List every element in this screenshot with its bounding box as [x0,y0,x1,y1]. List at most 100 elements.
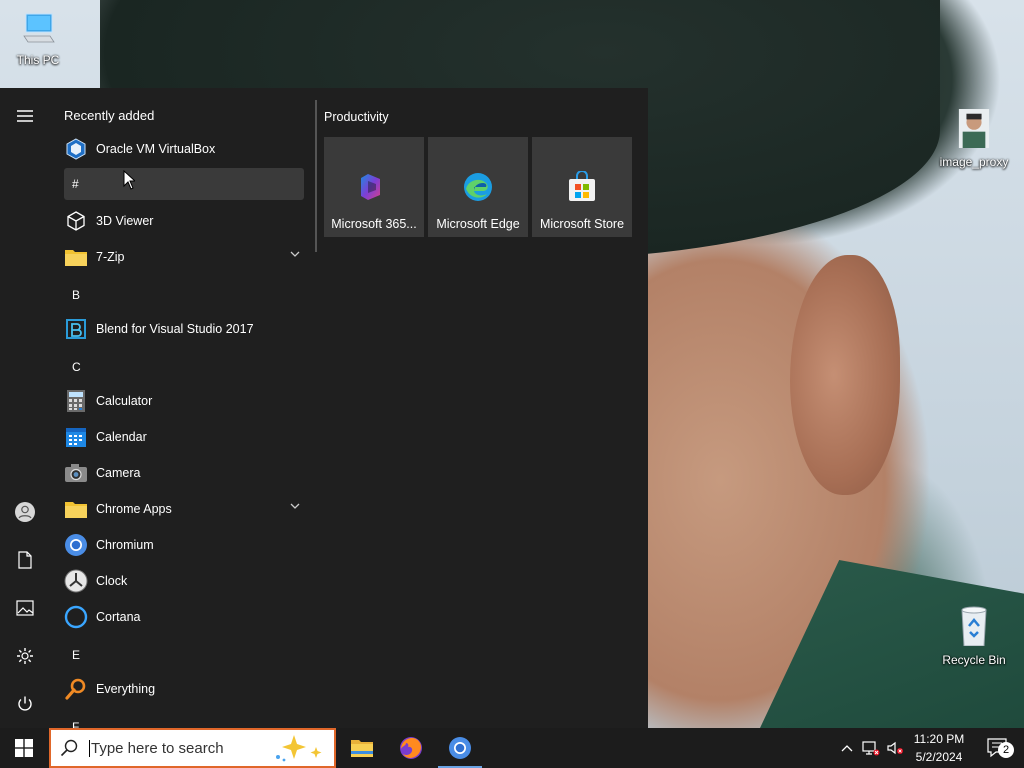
desktop-icon-label: Recycle Bin [942,653,1006,667]
hamburger-icon [17,110,33,122]
computer-icon [23,13,55,43]
image-thumbnail-icon [958,109,990,151]
taskbar-file-explorer[interactable] [338,728,386,768]
chromium-icon [64,533,88,557]
app-item-calculator[interactable]: Calculator [60,383,306,419]
search-box[interactable]: Type here to search [49,728,336,768]
chromium-icon [449,737,471,759]
camera-icon [64,461,88,485]
app-item-cortana[interactable]: Cortana [60,599,306,635]
hamburger-menu-button[interactable] [5,96,45,136]
microsoft-365-icon [361,174,380,200]
virtualbox-icon [64,137,88,161]
app-label: Cortana [96,610,141,624]
app-label: Oracle VM VirtualBox [96,142,216,156]
3d-cube-icon [64,209,88,233]
chevron-down-icon[interactable] [290,251,300,257]
chevron-down-icon[interactable] [290,503,300,509]
clock-button[interactable]: 11:20 PM 5/2/2024 [902,730,976,766]
app-label: Calendar [96,430,147,444]
scroll-divider[interactable] [315,100,317,252]
taskbar-chromium[interactable] [436,728,484,768]
show-hidden-icons-button[interactable] [836,728,858,768]
group-header-hash[interactable]: # [64,168,304,200]
app-item-chrome-apps[interactable]: Chrome Apps [60,491,306,527]
blend-icon [64,317,88,341]
group-header-e[interactable]: E [64,639,304,671]
group-header-f[interactable]: F [64,711,304,728]
tile-microsoft-edge[interactable]: Microsoft Edge [428,137,528,237]
desktop-icon-recycle-bin[interactable]: Recycle Bin [936,602,1012,667]
search-icon [60,739,78,757]
network-tray-button[interactable] [860,728,882,768]
chevron-up-icon [841,745,853,752]
tile-label: Microsoft Edge [436,217,520,231]
power-button[interactable] [5,684,45,724]
calculator-icon [64,389,88,413]
desktop-icon-label: This PC [16,53,60,67]
notification-badge: 2 [998,742,1014,758]
clock-date: 5/2/2024 [915,750,963,764]
sparkle-icon [276,735,322,762]
app-item-camera[interactable]: Camera [60,455,306,491]
taskbar-firefox[interactable] [387,728,435,768]
app-item-chromium[interactable]: Chromium [60,527,306,563]
calendar-icon [64,425,88,449]
gear-icon [17,648,33,664]
power-icon [18,696,32,711]
desktop-icon-image-proxy[interactable]: image_proxy [936,104,1012,169]
settings-button[interactable] [5,636,45,676]
document-icon [18,551,32,569]
taskbar: Type here to search 11:20 PM 5/2/2024 2 [0,728,1024,768]
desktop-icon-label: image_proxy [939,155,1009,169]
network-icon [862,741,880,756]
cortana-icon [64,605,88,629]
app-label: Clock [96,574,128,588]
tile-label: Microsoft Store [539,217,625,231]
clock-time: 11:20 PM [913,732,965,746]
app-label: Blend for Visual Studio 2017 [96,322,254,336]
app-item-everything[interactable]: Everything [60,671,306,707]
pictures-button[interactable] [5,588,45,628]
group-header-c[interactable]: C [64,351,304,383]
desktop-icon-this-pc[interactable]: This PC [0,10,76,67]
user-account-button[interactable] [5,492,45,532]
start-button[interactable] [0,728,48,768]
app-item-clock[interactable]: Clock [60,563,306,599]
recycle-bin-icon [961,606,987,647]
app-label: Calculator [96,394,153,408]
folder-icon [64,245,88,269]
edge-icon [464,173,492,201]
magnifier-icon [64,677,88,701]
windows-logo-icon [15,739,33,757]
tiles-group-title: Productivity [324,110,389,124]
app-item-7-zip[interactable]: 7-Zip [60,239,306,275]
app-label: Everything [96,682,156,696]
app-label: Camera [96,466,141,480]
user-avatar-icon [15,502,35,522]
search-input[interactable]: Type here to search [89,739,270,757]
app-item-3d-viewer[interactable]: 3D Viewer [60,203,306,239]
app-label: 7-Zip [96,250,125,264]
firefox-icon [400,737,422,759]
documents-button[interactable] [5,540,45,580]
app-item-calendar[interactable]: Calendar [60,419,306,455]
tile-microsoft-store[interactable]: Microsoft Store [532,137,632,237]
action-center-button[interactable]: 2 [978,728,1018,768]
tile-label: Microsoft 365... [331,217,417,231]
app-item-blend[interactable]: Blend for Visual Studio 2017 [60,311,306,347]
app-item-oracle-vm-virtualbox[interactable]: Oracle VM VirtualBox [60,131,306,167]
app-label: Chrome Apps [96,502,172,516]
group-header-b[interactable]: B [64,279,304,311]
start-rail [0,88,50,728]
wallpaper-ear [790,255,900,495]
tile-microsoft-365[interactable]: Microsoft 365... [324,137,424,237]
app-list: Recently added Oracle VM VirtualBox # 3D… [54,88,310,728]
clock-icon [64,569,88,593]
app-label: 3D Viewer [96,214,154,228]
start-menu: Recently added Oracle VM VirtualBox # 3D… [0,88,648,728]
file-explorer-icon [351,740,373,757]
pictures-icon [16,600,34,616]
store-bag-icon [569,171,595,201]
recently-added-title: Recently added [64,108,155,123]
